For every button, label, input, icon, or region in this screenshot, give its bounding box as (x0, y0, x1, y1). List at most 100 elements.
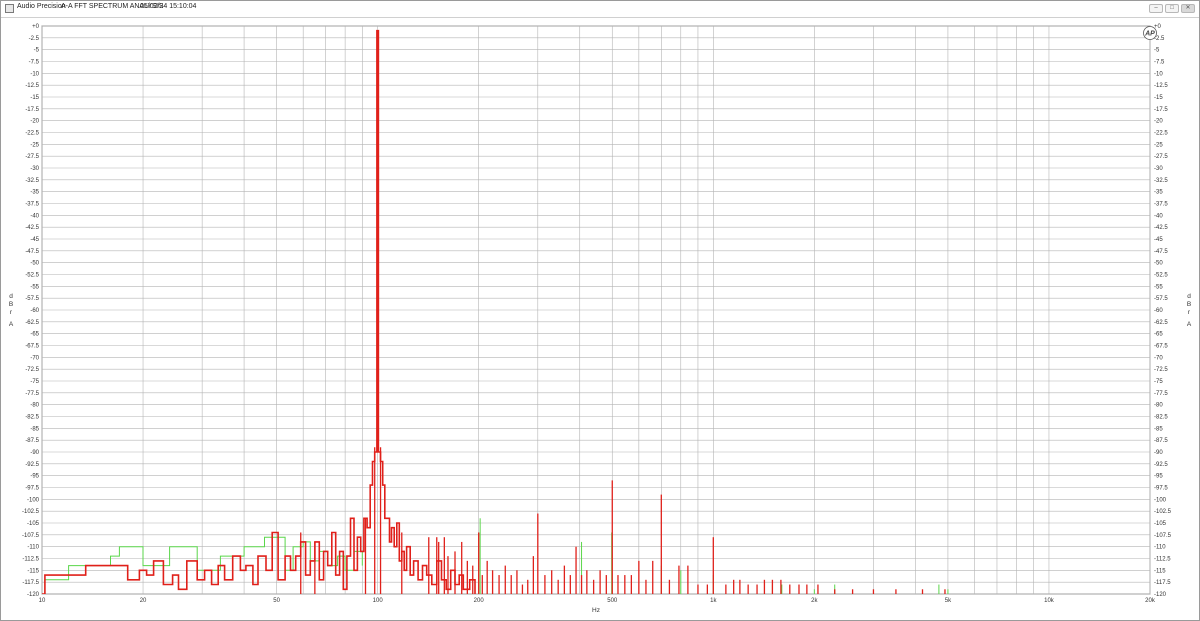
y-tick-label-right: -22.5 (1154, 131, 1168, 137)
y-tick-label-right: -115 (1154, 568, 1166, 574)
y-tick-label-right: -37.5 (1154, 202, 1168, 208)
y-tick-label-right: -32.5 (1154, 178, 1168, 184)
y-tick-label-left: -107.5 (22, 533, 40, 539)
y-tick-label-left: -12.5 (25, 83, 39, 89)
y-tick-label-left: -87.5 (25, 438, 39, 444)
y-tick-label-left: -20 (30, 119, 39, 125)
y-tick-label-left: -110 (27, 545, 39, 551)
y-tick-label-right: -117.5 (1154, 580, 1171, 586)
y-axis-label-left: r (10, 309, 13, 316)
y-tick-label-right: -52.5 (1154, 273, 1168, 279)
y-tick-label-right: -60 (1154, 308, 1163, 314)
y-tick-label-left: -10 (30, 71, 39, 77)
y-tick-label-left: -25 (30, 142, 39, 148)
y-tick-label-left: -22.5 (25, 131, 39, 137)
y-tick-label-left: -100 (27, 497, 40, 503)
x-tick-label: 100 (373, 598, 384, 604)
x-tick-label: 20k (1145, 598, 1156, 604)
y-tick-label-left: -45 (30, 237, 39, 243)
y-tick-label-right: -20 (1154, 119, 1163, 125)
y-tick-label-right: -12.5 (1154, 83, 1168, 89)
y-axis-label-right: d (1187, 293, 1191, 300)
x-tick-label: 2k (811, 598, 818, 604)
y-tick-label-right: -97.5 (1154, 486, 1168, 492)
y-tick-label-right: -27.5 (1154, 154, 1168, 160)
y-tick-label-right: -50 (1154, 261, 1163, 267)
y-tick-label-left: -97.5 (25, 486, 39, 492)
y-tick-label-right: -30 (1154, 166, 1163, 172)
y-tick-label-right: -77.5 (1154, 391, 1168, 397)
y-tick-label-left: -32.5 (25, 178, 39, 184)
y-tick-label-right: -55 (1154, 284, 1163, 290)
y-tick-label-left: -37.5 (25, 202, 39, 208)
x-tick-label: 20 (140, 598, 147, 604)
x-tick-label: 10k (1044, 598, 1055, 604)
y-tick-label-right: -120 (1154, 592, 1167, 598)
ap-logo-text: AP (1144, 31, 1155, 38)
y-tick-label-left: -35 (30, 190, 39, 196)
y-tick-label-left: -77.5 (25, 391, 39, 397)
y-tick-label-left: -52.5 (25, 273, 39, 279)
y-tick-label-right: -105 (1154, 521, 1167, 527)
y-tick-label-right: -15 (1154, 95, 1163, 101)
y-tick-label-right: -85 (1154, 426, 1163, 432)
y-tick-label-left: +0 (32, 24, 40, 30)
x-axis-label: Hz (592, 607, 600, 614)
y-tick-label-right: -72.5 (1154, 367, 1168, 373)
y-tick-label-right: -40 (1154, 213, 1163, 219)
y-tick-label-left: -5 (34, 48, 40, 54)
y-tick-label-left: -75 (30, 379, 39, 385)
x-tick-label: 5k (945, 598, 952, 604)
y-tick-label-left: -117.5 (22, 580, 39, 586)
y-tick-label-left: -42.5 (25, 225, 39, 231)
y-tick-label-right: -112.5 (1154, 557, 1171, 563)
y-tick-label-right: -45 (1154, 237, 1163, 243)
y-axis-label-left: B (9, 301, 13, 308)
y-tick-label-left: -17.5 (25, 107, 39, 113)
y-tick-label-right: -47.5 (1154, 249, 1168, 255)
y-axis-label-right: B (1187, 301, 1191, 308)
y-tick-label-right: -35 (1154, 190, 1163, 196)
y-tick-label-left: -112.5 (22, 557, 39, 563)
y-tick-label-right: -100 (1154, 497, 1167, 503)
y-tick-label-left: -55 (30, 284, 39, 290)
y-tick-label-left: -62.5 (25, 320, 39, 326)
y-tick-label-left: -65 (30, 332, 39, 338)
y-axis-label-left: A (9, 321, 14, 328)
y-tick-label-right: -82.5 (1154, 415, 1168, 421)
y-tick-label-left: -72.5 (25, 367, 39, 373)
y-tick-label-left: -70 (30, 355, 39, 361)
y-tick-label-left: -80 (30, 403, 39, 409)
y-tick-label-right: -65 (1154, 332, 1163, 338)
y-tick-label-left: -57.5 (25, 296, 39, 302)
y-tick-label-left: -50 (30, 261, 39, 267)
y-tick-label-right: -67.5 (1154, 344, 1168, 350)
y-tick-label-right: -75 (1154, 379, 1163, 385)
y-tick-label-left: -15 (30, 95, 39, 101)
x-tick-label: 10 (39, 598, 46, 604)
y-tick-label-right: -92.5 (1154, 462, 1168, 468)
spectrum-chart[interactable]: +0 +0-2.5 -2.5-5 -5-7.5 -7.5-10 -10-12.5 -12.5… (0, 0, 1200, 621)
y-tick-label-left: -7.5 (29, 60, 40, 66)
y-axis-label-right: A (1187, 321, 1192, 328)
y-tick-label-left: -60 (30, 308, 39, 314)
y-tick-label-left: -95 (30, 474, 39, 480)
y-tick-label-right: -25 (1154, 142, 1163, 148)
y-tick-label-left: -27.5 (25, 154, 39, 160)
y-tick-label-left: -90 (30, 450, 39, 456)
y-tick-label-left: -115 (27, 568, 39, 574)
y-tick-label-right: -62.5 (1154, 320, 1168, 326)
x-tick-label: 500 (607, 598, 618, 604)
y-tick-label-left: -47.5 (25, 249, 39, 255)
y-tick-label-right: -87.5 (1154, 438, 1168, 444)
y-axis-label-right: r (1188, 309, 1191, 316)
y-tick-label-left: -40 (30, 213, 39, 219)
y-tick-label-left: -82.5 (25, 415, 39, 421)
x-tick-label: 1k (710, 598, 717, 604)
y-axis-label-left: d (9, 293, 13, 300)
x-tick-label: 50 (273, 598, 280, 604)
y-tick-label-right: -10 (1154, 71, 1163, 77)
x-tick-label: 200 (474, 598, 485, 604)
y-tick-label-right: -95 (1154, 474, 1163, 480)
y-tick-label-right: -42.5 (1154, 225, 1168, 231)
